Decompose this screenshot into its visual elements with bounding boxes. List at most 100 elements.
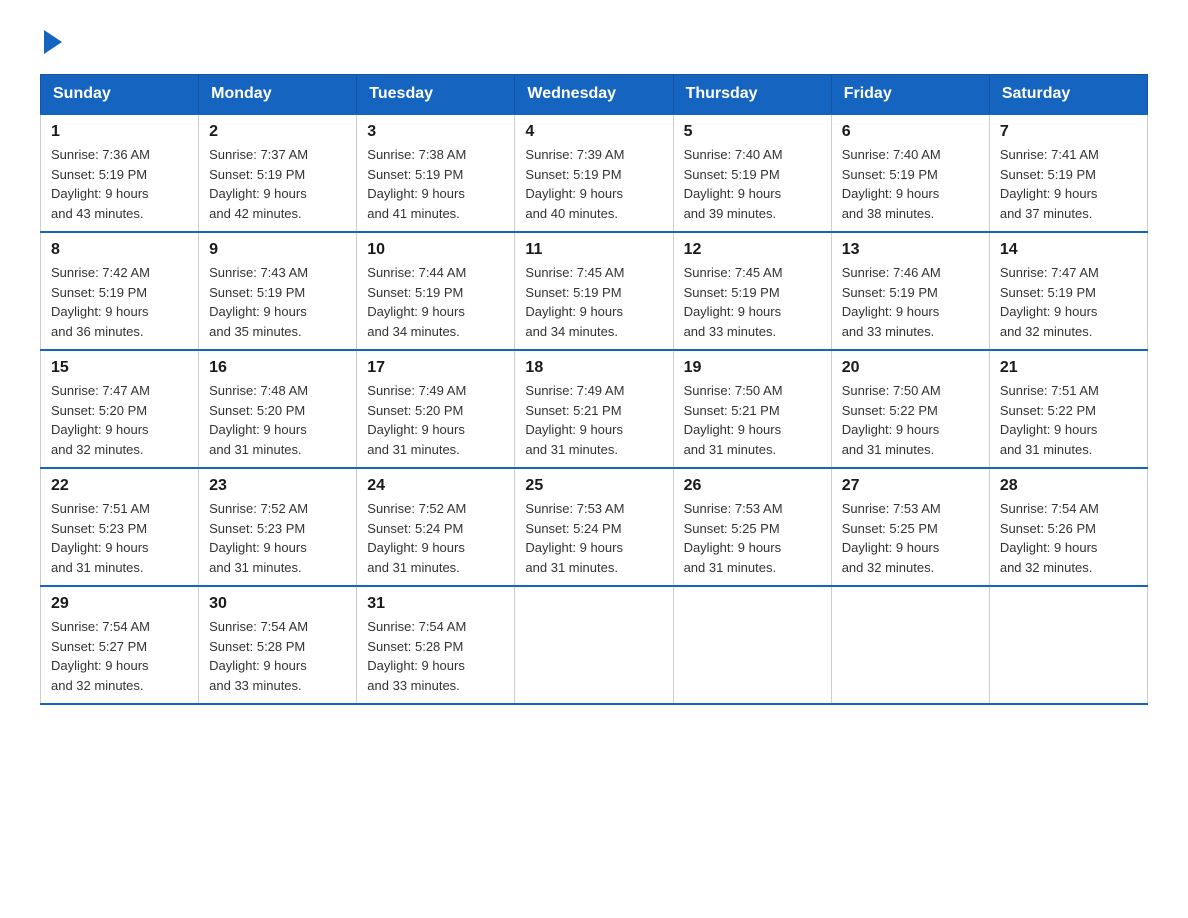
day-info: Sunrise: 7:42 AM Sunset: 5:19 PM Dayligh… (51, 263, 188, 341)
calendar-cell: 2 Sunrise: 7:37 AM Sunset: 5:19 PM Dayli… (199, 114, 357, 232)
day-info: Sunrise: 7:54 AM Sunset: 5:28 PM Dayligh… (209, 617, 346, 695)
day-number: 11 (525, 241, 662, 259)
day-info: Sunrise: 7:36 AM Sunset: 5:19 PM Dayligh… (51, 145, 188, 223)
calendar-cell: 11 Sunrise: 7:45 AM Sunset: 5:19 PM Dayl… (515, 232, 673, 350)
calendar-cell: 17 Sunrise: 7:49 AM Sunset: 5:20 PM Dayl… (357, 350, 515, 468)
day-info: Sunrise: 7:45 AM Sunset: 5:19 PM Dayligh… (684, 263, 821, 341)
calendar-cell: 28 Sunrise: 7:54 AM Sunset: 5:26 PM Dayl… (989, 468, 1147, 586)
weekday-header-thursday: Thursday (673, 75, 831, 115)
day-info: Sunrise: 7:47 AM Sunset: 5:19 PM Dayligh… (1000, 263, 1137, 341)
day-info: Sunrise: 7:40 AM Sunset: 5:19 PM Dayligh… (842, 145, 979, 223)
day-info: Sunrise: 7:52 AM Sunset: 5:23 PM Dayligh… (209, 499, 346, 577)
calendar-cell: 26 Sunrise: 7:53 AM Sunset: 5:25 PM Dayl… (673, 468, 831, 586)
calendar-cell: 5 Sunrise: 7:40 AM Sunset: 5:19 PM Dayli… (673, 114, 831, 232)
day-number: 14 (1000, 241, 1137, 259)
day-number: 3 (367, 123, 504, 141)
calendar-cell: 7 Sunrise: 7:41 AM Sunset: 5:19 PM Dayli… (989, 114, 1147, 232)
calendar-cell: 22 Sunrise: 7:51 AM Sunset: 5:23 PM Dayl… (41, 468, 199, 586)
day-number: 6 (842, 123, 979, 141)
weekday-header-monday: Monday (199, 75, 357, 115)
weekday-header-saturday: Saturday (989, 75, 1147, 115)
day-number: 13 (842, 241, 979, 259)
calendar-week-4: 22 Sunrise: 7:51 AM Sunset: 5:23 PM Dayl… (41, 468, 1148, 586)
day-number: 4 (525, 123, 662, 141)
calendar-cell (673, 586, 831, 704)
day-number: 1 (51, 123, 188, 141)
day-info: Sunrise: 7:53 AM Sunset: 5:24 PM Dayligh… (525, 499, 662, 577)
calendar-cell: 19 Sunrise: 7:50 AM Sunset: 5:21 PM Dayl… (673, 350, 831, 468)
calendar-cell (989, 586, 1147, 704)
day-info: Sunrise: 7:50 AM Sunset: 5:22 PM Dayligh… (842, 381, 979, 459)
day-info: Sunrise: 7:51 AM Sunset: 5:22 PM Dayligh… (1000, 381, 1137, 459)
day-info: Sunrise: 7:46 AM Sunset: 5:19 PM Dayligh… (842, 263, 979, 341)
calendar-week-3: 15 Sunrise: 7:47 AM Sunset: 5:20 PM Dayl… (41, 350, 1148, 468)
calendar-cell: 31 Sunrise: 7:54 AM Sunset: 5:28 PM Dayl… (357, 586, 515, 704)
logo-triangle-icon (44, 30, 62, 54)
day-info: Sunrise: 7:45 AM Sunset: 5:19 PM Dayligh… (525, 263, 662, 341)
calendar-cell: 30 Sunrise: 7:54 AM Sunset: 5:28 PM Dayl… (199, 586, 357, 704)
day-number: 28 (1000, 477, 1137, 495)
calendar-cell: 9 Sunrise: 7:43 AM Sunset: 5:19 PM Dayli… (199, 232, 357, 350)
calendar-week-2: 8 Sunrise: 7:42 AM Sunset: 5:19 PM Dayli… (41, 232, 1148, 350)
day-info: Sunrise: 7:54 AM Sunset: 5:27 PM Dayligh… (51, 617, 188, 695)
calendar-cell: 10 Sunrise: 7:44 AM Sunset: 5:19 PM Dayl… (357, 232, 515, 350)
day-number: 9 (209, 241, 346, 259)
day-number: 24 (367, 477, 504, 495)
calendar-cell: 25 Sunrise: 7:53 AM Sunset: 5:24 PM Dayl… (515, 468, 673, 586)
day-info: Sunrise: 7:40 AM Sunset: 5:19 PM Dayligh… (684, 145, 821, 223)
calendar-cell: 1 Sunrise: 7:36 AM Sunset: 5:19 PM Dayli… (41, 114, 199, 232)
calendar-cell: 12 Sunrise: 7:45 AM Sunset: 5:19 PM Dayl… (673, 232, 831, 350)
day-number: 20 (842, 359, 979, 377)
calendar-cell: 16 Sunrise: 7:48 AM Sunset: 5:20 PM Dayl… (199, 350, 357, 468)
day-number: 16 (209, 359, 346, 377)
day-info: Sunrise: 7:53 AM Sunset: 5:25 PM Dayligh… (684, 499, 821, 577)
calendar-cell: 24 Sunrise: 7:52 AM Sunset: 5:24 PM Dayl… (357, 468, 515, 586)
calendar-cell: 29 Sunrise: 7:54 AM Sunset: 5:27 PM Dayl… (41, 586, 199, 704)
calendar-cell (515, 586, 673, 704)
day-number: 17 (367, 359, 504, 377)
calendar-cell: 20 Sunrise: 7:50 AM Sunset: 5:22 PM Dayl… (831, 350, 989, 468)
day-number: 25 (525, 477, 662, 495)
day-number: 23 (209, 477, 346, 495)
day-number: 27 (842, 477, 979, 495)
calendar-cell: 13 Sunrise: 7:46 AM Sunset: 5:19 PM Dayl… (831, 232, 989, 350)
day-info: Sunrise: 7:44 AM Sunset: 5:19 PM Dayligh… (367, 263, 504, 341)
day-info: Sunrise: 7:54 AM Sunset: 5:26 PM Dayligh… (1000, 499, 1137, 577)
calendar-cell: 15 Sunrise: 7:47 AM Sunset: 5:20 PM Dayl… (41, 350, 199, 468)
day-info: Sunrise: 7:51 AM Sunset: 5:23 PM Dayligh… (51, 499, 188, 577)
day-info: Sunrise: 7:54 AM Sunset: 5:28 PM Dayligh… (367, 617, 504, 695)
weekday-header-friday: Friday (831, 75, 989, 115)
day-info: Sunrise: 7:47 AM Sunset: 5:20 PM Dayligh… (51, 381, 188, 459)
day-number: 30 (209, 595, 346, 613)
logo (40, 30, 62, 54)
day-info: Sunrise: 7:43 AM Sunset: 5:19 PM Dayligh… (209, 263, 346, 341)
day-number: 29 (51, 595, 188, 613)
day-info: Sunrise: 7:49 AM Sunset: 5:20 PM Dayligh… (367, 381, 504, 459)
calendar-week-5: 29 Sunrise: 7:54 AM Sunset: 5:27 PM Dayl… (41, 586, 1148, 704)
day-number: 19 (684, 359, 821, 377)
calendar-cell: 21 Sunrise: 7:51 AM Sunset: 5:22 PM Dayl… (989, 350, 1147, 468)
day-number: 15 (51, 359, 188, 377)
day-number: 2 (209, 123, 346, 141)
day-info: Sunrise: 7:39 AM Sunset: 5:19 PM Dayligh… (525, 145, 662, 223)
day-number: 5 (684, 123, 821, 141)
day-number: 12 (684, 241, 821, 259)
calendar-cell (831, 586, 989, 704)
day-number: 18 (525, 359, 662, 377)
calendar-cell: 14 Sunrise: 7:47 AM Sunset: 5:19 PM Dayl… (989, 232, 1147, 350)
calendar-week-1: 1 Sunrise: 7:36 AM Sunset: 5:19 PM Dayli… (41, 114, 1148, 232)
day-number: 21 (1000, 359, 1137, 377)
day-info: Sunrise: 7:38 AM Sunset: 5:19 PM Dayligh… (367, 145, 504, 223)
day-info: Sunrise: 7:41 AM Sunset: 5:19 PM Dayligh… (1000, 145, 1137, 223)
calendar-cell: 4 Sunrise: 7:39 AM Sunset: 5:19 PM Dayli… (515, 114, 673, 232)
weekday-header-row: SundayMondayTuesdayWednesdayThursdayFrid… (41, 75, 1148, 115)
weekday-header-wednesday: Wednesday (515, 75, 673, 115)
day-number: 8 (51, 241, 188, 259)
weekday-header-tuesday: Tuesday (357, 75, 515, 115)
day-number: 22 (51, 477, 188, 495)
day-info: Sunrise: 7:50 AM Sunset: 5:21 PM Dayligh… (684, 381, 821, 459)
day-info: Sunrise: 7:53 AM Sunset: 5:25 PM Dayligh… (842, 499, 979, 577)
calendar-table: SundayMondayTuesdayWednesdayThursdayFrid… (40, 74, 1148, 705)
calendar-cell: 23 Sunrise: 7:52 AM Sunset: 5:23 PM Dayl… (199, 468, 357, 586)
day-number: 10 (367, 241, 504, 259)
